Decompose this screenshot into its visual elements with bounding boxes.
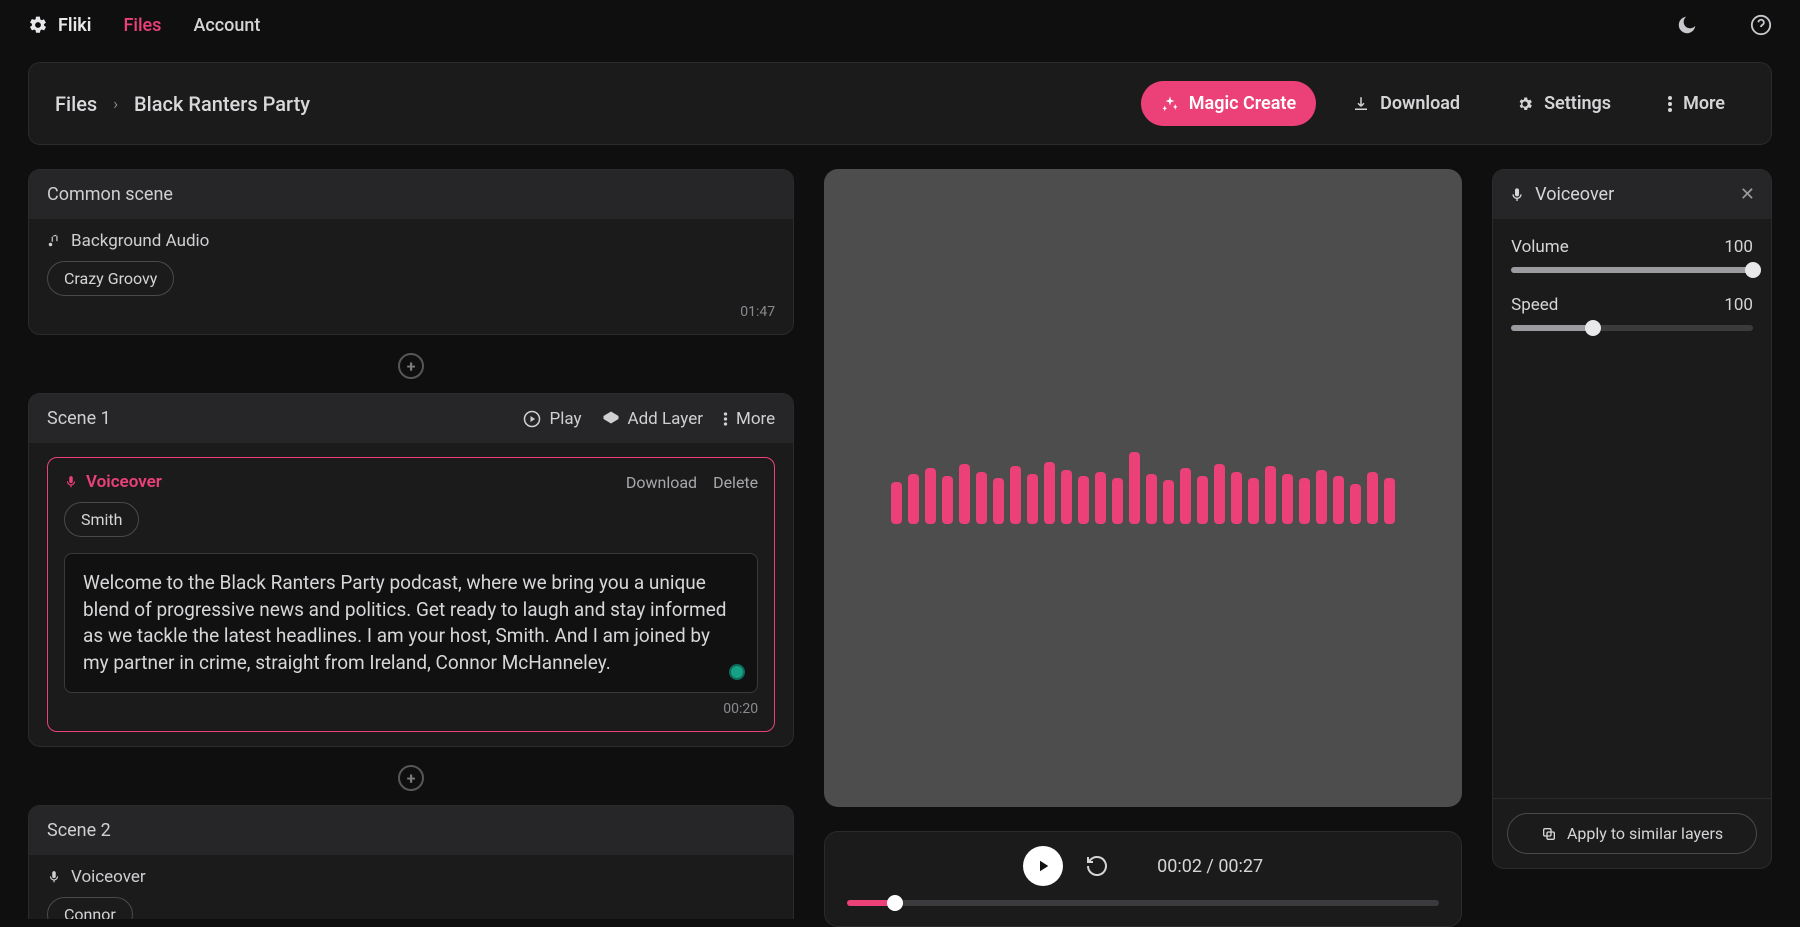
magic-create-label: Magic Create <box>1189 93 1296 114</box>
add-layer-button[interactable]: Add Layer <box>602 409 703 429</box>
scene-play-button[interactable]: Play <box>523 409 581 429</box>
nav-account[interactable]: Account <box>193 15 260 36</box>
seek-thumb[interactable] <box>887 895 903 911</box>
volume-slider[interactable] <box>1511 267 1753 273</box>
sparkle-icon <box>1161 95 1179 113</box>
scene1-duration: 00:20 <box>64 701 758 717</box>
dots-vertical-icon <box>1667 95 1673 113</box>
copy-icon <box>1541 826 1557 842</box>
brand-label: Fliki <box>58 15 91 36</box>
gear-icon <box>28 15 48 35</box>
add-scene-button[interactable]: + <box>398 765 424 791</box>
speed-label: Speed <box>1511 295 1558 315</box>
scene-more-button[interactable]: More <box>723 409 775 429</box>
layers-icon <box>602 410 620 428</box>
common-scene-duration: 01:47 <box>47 304 775 320</box>
add-scene-button[interactable]: + <box>398 353 424 379</box>
nav-files[interactable]: Files <box>123 15 161 36</box>
brand[interactable]: Fliki <box>28 15 91 36</box>
voiceover-title: Voiceover <box>64 472 162 492</box>
background-audio-label: Background Audio <box>71 231 209 251</box>
breadcrumb-root[interactable]: Files <box>55 92 97 116</box>
play-button[interactable] <box>1023 846 1063 886</box>
more-label: More <box>1683 93 1725 114</box>
time-display: 00:02 / 00:27 <box>1157 856 1263 877</box>
scene-2-card: Scene 2 Voiceover Connor What's up, kids… <box>28 805 794 919</box>
speed-value: 100 <box>1724 295 1753 315</box>
volume-value: 100 <box>1724 237 1753 257</box>
common-scene-card: Common scene Background Audio Crazy Groo… <box>28 169 794 335</box>
scene-more-label: More <box>736 409 775 429</box>
settings-button[interactable]: Settings <box>1496 81 1631 126</box>
scene-1-title: Scene 1 <box>47 408 111 429</box>
volume-label: Volume <box>1511 237 1569 257</box>
more-button[interactable]: More <box>1647 81 1745 126</box>
music-note-icon <box>47 234 61 248</box>
apply-similar-button[interactable]: Apply to similar layers <box>1507 813 1757 854</box>
scene-1-card: Scene 1 Play Add Layer More <box>28 393 794 747</box>
voiceover-label: Voiceover <box>71 867 146 887</box>
common-scene-title: Common scene <box>29 170 793 219</box>
help-icon[interactable] <box>1750 14 1772 36</box>
scene-play-label: Play <box>549 409 581 429</box>
grammarly-icon <box>729 664 745 680</box>
gear-icon <box>1516 95 1534 113</box>
apply-similar-label: Apply to similar layers <box>1567 824 1723 843</box>
panel-title: Voiceover <box>1535 184 1614 205</box>
speed-slider[interactable] <box>1511 325 1753 331</box>
voice-chip[interactable]: Smith <box>64 502 139 537</box>
voiceover-block[interactable]: Voiceover Download Delete Smith Welcome … <box>47 457 775 732</box>
play-circle-icon <box>523 410 541 428</box>
mic-icon <box>64 475 78 489</box>
script-textarea[interactable]: Welcome to the Black Ranters Party podca… <box>64 553 758 693</box>
seek-bar[interactable] <box>847 900 1439 906</box>
download-label: Download <box>1380 93 1460 114</box>
moon-icon[interactable] <box>1676 14 1698 36</box>
waveform <box>891 452 1395 524</box>
add-layer-label: Add Layer <box>628 409 703 429</box>
player: 00:02 / 00:27 <box>824 831 1462 927</box>
mic-icon <box>47 870 61 884</box>
mic-icon <box>1509 187 1525 203</box>
voiceover-panel: Voiceover ✕ Volume 100 Speed 100 <box>1492 169 1772 869</box>
download-button[interactable]: Download <box>1332 81 1480 126</box>
voiceover-row[interactable]: Voiceover <box>47 867 775 887</box>
play-icon <box>1034 857 1052 875</box>
preview-canvas <box>824 169 1462 807</box>
voice-chip[interactable]: Connor <box>47 897 133 919</box>
audio-track-chip[interactable]: Crazy Groovy <box>47 261 174 296</box>
close-icon[interactable]: ✕ <box>1740 184 1755 205</box>
voiceover-download-link[interactable]: Download <box>626 473 697 492</box>
breadcrumb-current: Black Ranters Party <box>134 92 310 116</box>
background-audio-row[interactable]: Background Audio <box>47 231 775 251</box>
voiceover-delete-link[interactable]: Delete <box>713 473 758 492</box>
magic-create-button[interactable]: Magic Create <box>1141 81 1316 126</box>
scene-2-title: Scene 2 <box>29 806 793 855</box>
chevron-right-icon: › <box>113 94 118 113</box>
title-bar: Files › Black Ranters Party Magic Create… <box>28 62 1772 145</box>
download-icon <box>1352 95 1370 113</box>
settings-label: Settings <box>1544 93 1611 114</box>
replay-icon[interactable] <box>1085 854 1109 878</box>
script-text: Welcome to the Black Ranters Party podca… <box>83 571 727 674</box>
dots-vertical-icon <box>723 411 728 427</box>
